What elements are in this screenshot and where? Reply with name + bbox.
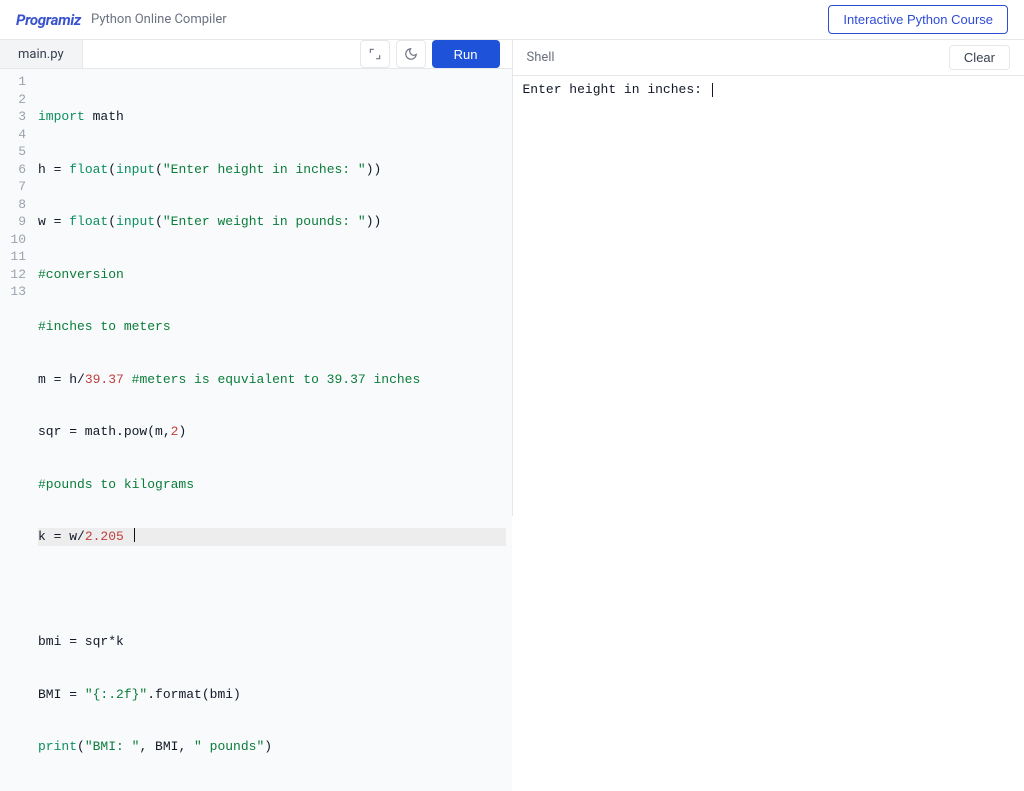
editor-header: main.py Run <box>0 40 512 69</box>
editor-cursor <box>134 528 135 542</box>
page-subtitle: Python Online Compiler <box>91 12 227 27</box>
run-button[interactable]: Run <box>432 40 500 68</box>
top-bar: Programiz Python Online Compiler Interac… <box>0 0 1024 40</box>
line-gutter: 1 2 3 4 5 6 7 8 9 10 11 12 13 <box>0 69 34 791</box>
shell-pane: Shell Clear Enter height in inches: <box>513 40 1024 516</box>
shell-header: Shell Clear <box>513 40 1024 76</box>
shell-line: Enter height in inches: <box>523 82 710 97</box>
moon-icon <box>404 47 418 61</box>
brand-area: Programiz Python Online Compiler <box>16 11 227 29</box>
logo: Programiz <box>16 11 81 29</box>
shell-output[interactable]: Enter height in inches: <box>513 76 1024 516</box>
file-tab-label: main.py <box>18 47 64 62</box>
code-content[interactable]: import math h = float(input("Enter heigh… <box>34 69 512 791</box>
shell-title: Shell <box>513 50 555 65</box>
file-tab[interactable]: main.py <box>0 40 83 68</box>
editor-pane: main.py Run 1 2 3 4 5 6 7 8 9 10 <box>0 40 513 516</box>
interactive-course-button[interactable]: Interactive Python Course <box>828 5 1008 34</box>
code-editor[interactable]: 1 2 3 4 5 6 7 8 9 10 11 12 13 import mat… <box>0 69 512 791</box>
theme-toggle-button[interactable] <box>396 40 426 68</box>
shell-cursor <box>712 83 713 97</box>
expand-icon <box>368 47 382 61</box>
fullscreen-button[interactable] <box>360 40 390 68</box>
workspace: main.py Run 1 2 3 4 5 6 7 8 9 10 <box>0 40 1024 516</box>
clear-button[interactable]: Clear <box>949 45 1010 70</box>
